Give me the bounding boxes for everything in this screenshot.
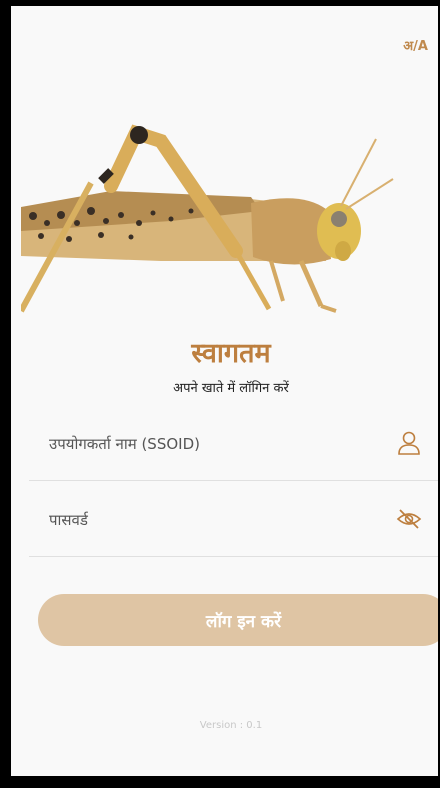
welcome-subtitle: अपने खाते में लॉगिन करें	[173, 381, 289, 396]
username-input[interactable]	[47, 434, 371, 454]
password-input[interactable]	[47, 510, 371, 530]
login-screen: अ/A स्वागतम अपने खाते में लॉगिन करें उपय…	[11, 6, 438, 776]
login-button[interactable]: लॉग इन करें	[38, 594, 438, 646]
eye-off-icon[interactable]	[396, 506, 422, 532]
welcome-title: स्वागतम	[191, 338, 271, 369]
user-icon	[398, 431, 420, 455]
version-text: Version : 0.1	[199, 720, 263, 731]
language-toggle[interactable]: अ/A	[403, 36, 428, 54]
locust-image	[21, 124, 394, 313]
password-field	[29, 492, 438, 557]
username-field	[29, 416, 438, 481]
